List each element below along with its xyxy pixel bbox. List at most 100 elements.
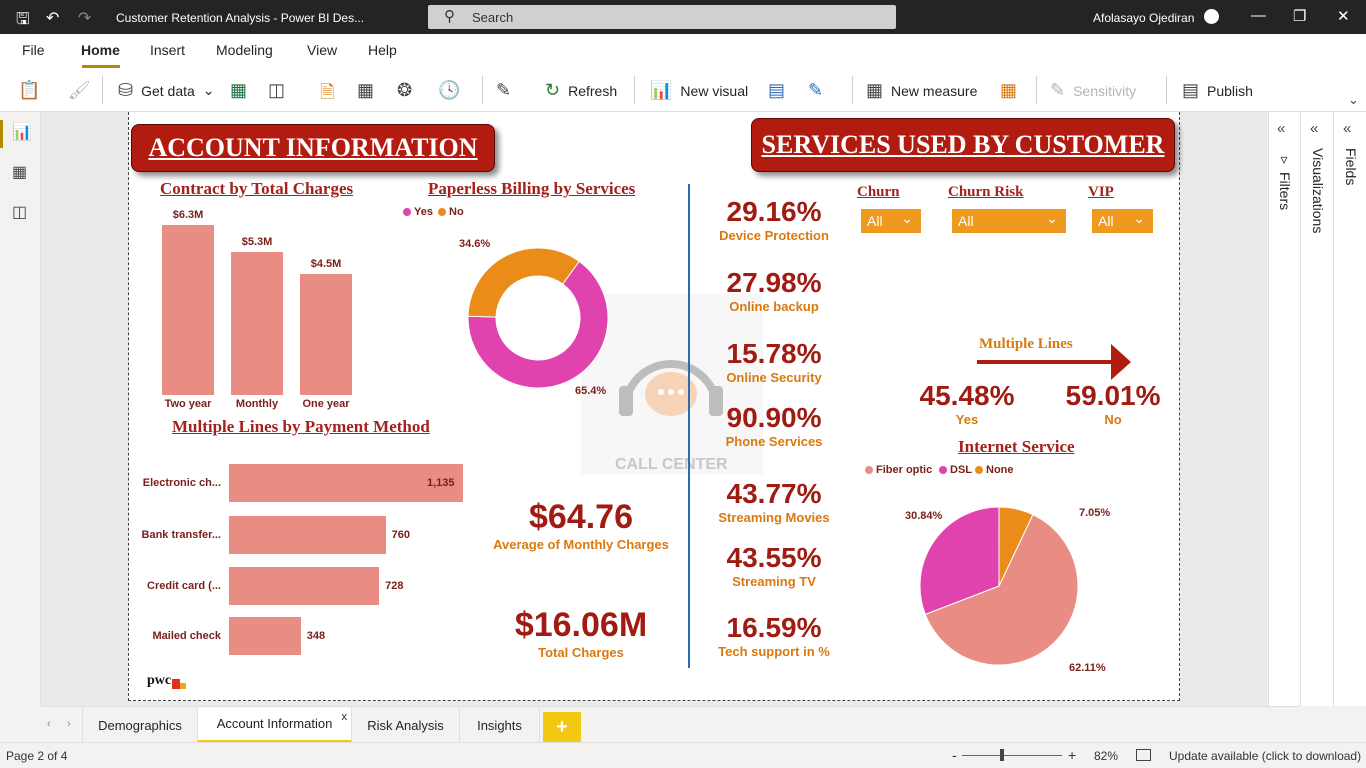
chart-icon: 📊 xyxy=(650,80,673,100)
service-label: Device Protection xyxy=(719,228,829,243)
service-card-online-security: 15.78% Online Security xyxy=(699,338,849,385)
minimize-icon[interactable]: — xyxy=(1251,7,1266,24)
contract-bar xyxy=(231,251,283,395)
save-icon[interactable]: 🖫 xyxy=(16,8,30,35)
active-view-indicator xyxy=(0,120,3,148)
report-view-icon[interactable]: 📊 xyxy=(12,122,32,142)
datahub-button[interactable]: ◫ xyxy=(268,80,285,101)
new-visual-button[interactable]: 📊 New visual xyxy=(650,80,748,101)
close-tab-icon[interactable]: x xyxy=(342,711,348,723)
enter-data-button[interactable]: ▦ xyxy=(357,80,374,101)
get-data-button[interactable]: ⛁ Get data ⌄ xyxy=(118,80,215,101)
paperless-donut-chart[interactable] xyxy=(449,237,629,407)
transform-button[interactable]: ✎ xyxy=(496,80,511,101)
service-value: 16.59% xyxy=(726,612,822,643)
menu-view[interactable]: View xyxy=(307,42,337,58)
zoom-out-icon[interactable]: - xyxy=(952,747,957,763)
publish-button[interactable]: ▤ Publish xyxy=(1182,80,1253,101)
tab-risk-analysis[interactable]: Risk Analysis xyxy=(352,707,460,743)
ribbon-separator xyxy=(482,76,483,104)
service-card-online-backup: 27.98% Online backup xyxy=(699,267,849,314)
menu-insert[interactable]: Insert xyxy=(150,42,185,58)
multiple-lines-yes-card: 45.48% Yes xyxy=(899,380,1035,427)
clipboard-icon: 📋 xyxy=(18,80,41,100)
chevron-down-icon: ⌄ xyxy=(1133,210,1145,226)
user-name[interactable]: Afolasayo Ojediran xyxy=(1093,11,1194,25)
expand-icon[interactable]: « xyxy=(1343,120,1351,137)
clock-icon: 🕓 xyxy=(438,80,461,100)
menu-help[interactable]: Help xyxy=(368,42,397,58)
tab-label: Insights xyxy=(477,717,522,733)
vip-slicer-label: VIP xyxy=(1088,184,1114,200)
zoom-in-icon[interactable]: + xyxy=(1068,747,1076,763)
expand-icon[interactable]: « xyxy=(1310,120,1318,137)
payment-value: 1,135 xyxy=(427,477,455,489)
zoom-percent: 82% xyxy=(1094,749,1119,763)
update-available-link[interactable]: Update available (click to download) xyxy=(1169,749,1361,763)
format-painter-button[interactable]: 🖌 xyxy=(68,80,91,101)
churn-slicer-label: Churn xyxy=(857,184,900,200)
vip-slicer[interactable]: All ⌄ xyxy=(1092,209,1153,233)
paste-button[interactable]: 📋 xyxy=(18,80,40,101)
data-view-icon[interactable]: ▦ xyxy=(12,162,27,182)
fit-page-icon[interactable] xyxy=(1136,749,1151,761)
tab-account-information[interactable]: Account Information x xyxy=(198,707,352,743)
payment-category: Electronic ch... xyxy=(142,477,221,489)
dataverse-button[interactable]: ❂ xyxy=(397,80,412,101)
internet-legend-fiber: Fiber optic xyxy=(865,464,932,476)
menu-home[interactable]: Home xyxy=(81,42,120,58)
undo-icon[interactable]: ↶ xyxy=(46,8,59,28)
service-label: Phone Services xyxy=(725,434,823,449)
quick-measure-button[interactable]: ▦ xyxy=(1000,80,1017,101)
menu-modeling[interactable]: Modeling xyxy=(216,42,273,58)
fields-pane[interactable]: « Fields xyxy=(1335,112,1366,706)
recent-sources-button[interactable]: 🕓 xyxy=(438,80,460,101)
zoom-slider-thumb[interactable] xyxy=(1000,749,1004,761)
churn-risk-slicer[interactable]: All ⌄ xyxy=(952,209,1066,233)
menu-file[interactable]: File xyxy=(22,42,45,58)
churn-slicer[interactable]: All ⌄ xyxy=(861,209,921,233)
brush-icon: 🖌 xyxy=(68,80,91,100)
status-bar: Page 2 of 4 - + 82% Update available (cl… xyxy=(0,742,1366,768)
filters-pane[interactable]: « ▿ Filters xyxy=(1269,112,1301,706)
ribbon-separator xyxy=(1036,76,1037,104)
add-page-button[interactable]: + xyxy=(543,712,581,742)
sensitivity-button[interactable]: ✎ Sensitivity xyxy=(1050,80,1136,101)
excel-button[interactable]: ▦ xyxy=(230,80,247,101)
refresh-button[interactable]: ↻ Refresh xyxy=(545,80,617,101)
payment-category: Bank transfer... xyxy=(141,529,221,541)
close-icon[interactable]: ✕ xyxy=(1337,7,1350,25)
ml-yes-label: Yes xyxy=(955,412,979,427)
new-measure-button[interactable]: ▦ New measure xyxy=(866,80,977,101)
payment-value: 760 xyxy=(391,529,411,541)
avatar[interactable] xyxy=(1204,9,1219,24)
publish-icon: ▤ xyxy=(1182,80,1200,100)
tab-next-icon[interactable]: › xyxy=(67,718,71,730)
redo-icon[interactable]: ↷ xyxy=(78,8,91,28)
service-label: Online Security xyxy=(726,370,822,385)
fields-pane-label: Fields xyxy=(1343,148,1359,186)
search-box[interactable]: ⚲ Search xyxy=(428,5,896,29)
total-charges-value: $16.06M xyxy=(514,606,648,644)
service-card-phone-services: 90.90% Phone Services xyxy=(699,402,849,449)
more-visuals-button[interactable]: ✎ xyxy=(808,80,823,101)
tab-insights[interactable]: Insights xyxy=(460,707,540,743)
tab-demographics[interactable]: Demographics xyxy=(82,707,198,743)
tab-label: Account Information xyxy=(216,716,333,731)
sql-button[interactable]: 🗎 xyxy=(320,80,334,110)
zoom-slider[interactable] xyxy=(962,755,1062,756)
collapse-ribbon-icon[interactable]: ⌄ xyxy=(1348,92,1359,108)
service-label: Online backup xyxy=(729,299,819,314)
tab-prev-icon[interactable]: ‹ xyxy=(47,718,51,730)
payment-bar xyxy=(229,516,386,554)
pie-slice[interactable] xyxy=(467,247,580,318)
model-view-icon[interactable]: ◫ xyxy=(12,202,27,222)
restore-icon[interactable]: ❐ xyxy=(1293,7,1306,25)
text-box-button[interactable]: ▤ xyxy=(768,80,785,101)
payment-bar xyxy=(229,617,301,655)
ribbon-separator xyxy=(1166,76,1167,104)
visualizations-pane[interactable]: « Visualizations xyxy=(1302,112,1334,706)
payment-value: 728 xyxy=(385,580,404,592)
filters-pane-label: Filters xyxy=(1277,172,1293,211)
expand-icon[interactable]: « xyxy=(1277,120,1285,137)
